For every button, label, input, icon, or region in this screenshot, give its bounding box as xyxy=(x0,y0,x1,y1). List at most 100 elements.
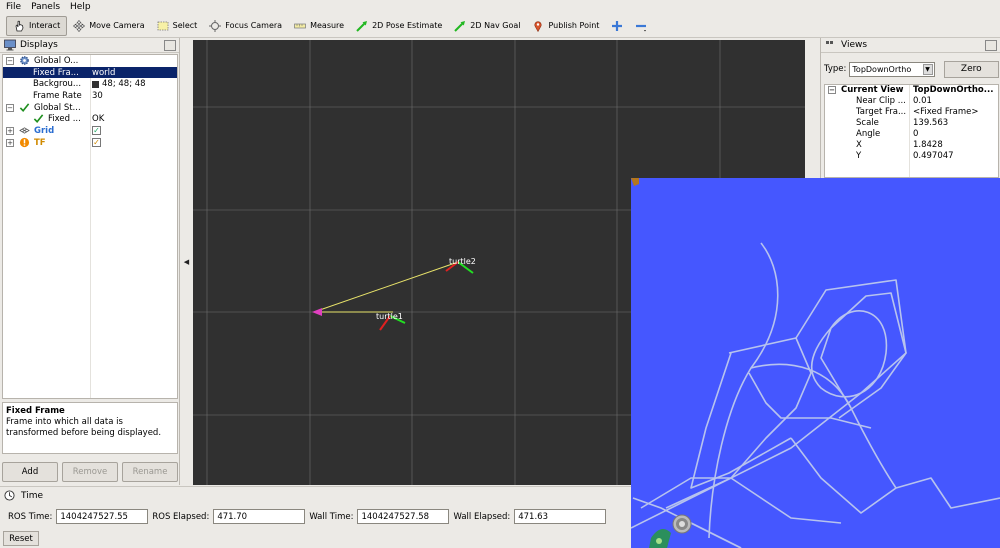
view-type-select[interactable]: TopDownOrtho ▼ xyxy=(849,61,935,77)
nav-goal-tool[interactable]: 2D Nav Goal xyxy=(448,16,526,36)
time-fields: ROS Time: 1404247527.55 ROS Elapsed: 471… xyxy=(8,509,610,524)
tree-row-fixed-frame-status[interactable]: Fixed ... OK xyxy=(3,113,177,125)
zero-button[interactable]: Zero xyxy=(943,60,999,78)
tree-row-background-color[interactable]: Backgrou... 48; 48; 48 xyxy=(3,78,177,90)
views-grip-icon xyxy=(825,39,837,51)
view-property-row[interactable]: X 1.8428 xyxy=(825,140,998,151)
measure-tool[interactable]: Measure xyxy=(288,16,350,36)
view-type-row: Type: TopDownOrtho ▼ Zero xyxy=(824,60,999,78)
tree-row-name: Global St... xyxy=(19,102,81,114)
tree-row-fixed-frame[interactable]: Fixed Fra... world xyxy=(3,66,177,79)
left-panel-collapse-handle[interactable]: ◀ xyxy=(180,38,193,485)
views-title: Views xyxy=(841,40,868,50)
move-camera-label: Move Camera xyxy=(89,21,145,30)
undock-button[interactable] xyxy=(164,40,176,51)
ros-elapsed-label: ROS Elapsed: xyxy=(152,511,210,522)
tree-row-name: Fixed ... xyxy=(33,113,81,125)
map-pin-icon xyxy=(532,20,544,32)
turtlesim-window[interactable] xyxy=(631,178,1000,548)
current-view-row[interactable]: − Current View TopDownOrtho... xyxy=(825,85,998,96)
tree-row-frame-rate[interactable]: Frame Rate 30 xyxy=(3,90,177,102)
grid-icon xyxy=(19,125,31,137)
selection-box-icon xyxy=(157,20,169,32)
tree-row-grid[interactable]: + Grid ✓ xyxy=(3,125,177,137)
tree-row-global-status[interactable]: − Global St... xyxy=(3,102,177,114)
displays-panel: Displays − Global O... Fixed Fra... worl… xyxy=(0,38,180,485)
plus-icon xyxy=(611,20,623,32)
publish-point-label: Publish Point xyxy=(548,21,600,30)
remove-tool-button[interactable] xyxy=(629,16,653,36)
undock-button[interactable] xyxy=(985,40,997,51)
tf-link-turtle2 xyxy=(313,261,459,313)
ros-time-field[interactable]: 1404247527.55 xyxy=(56,509,149,524)
clock-icon xyxy=(4,490,16,502)
expand-toggle[interactable]: + xyxy=(6,126,14,135)
menu-panels[interactable]: Panels xyxy=(31,2,60,12)
minus-icon xyxy=(635,20,647,32)
warning-icon xyxy=(19,137,31,149)
wall-time-field[interactable]: 1404247527.58 xyxy=(357,509,450,524)
nav-goal-label: 2D Nav Goal xyxy=(470,21,521,30)
frame-rate-value[interactable]: 30 xyxy=(92,91,103,101)
fixed-frame-value[interactable]: world xyxy=(92,68,115,78)
interact-tool[interactable]: Interact xyxy=(6,15,68,36)
property-description: Fixed Frame Frame into which all data is… xyxy=(2,402,178,454)
view-property-row[interactable]: Scale 139.563 xyxy=(825,118,998,129)
remove-display-button[interactable]: Remove xyxy=(62,462,118,482)
views-tree[interactable]: − Current View TopDownOrtho... Near Clip… xyxy=(824,84,999,178)
select-label: Select xyxy=(172,21,198,30)
tf-enabled-checkbox[interactable]: ✓ xyxy=(92,138,101,148)
menu-bar: File Panels Help xyxy=(0,0,1000,14)
view-property-row[interactable]: Y 0.497047 xyxy=(825,151,998,162)
focus-camera-tool[interactable]: Focus Camera xyxy=(203,16,288,36)
check-icon: ✓ xyxy=(92,126,101,136)
measure-label: Measure xyxy=(310,21,345,30)
hand-pointer-icon xyxy=(13,20,25,32)
turtle2-frame-label: turtle2 xyxy=(449,257,476,266)
menu-help[interactable]: Help xyxy=(70,2,91,12)
turtle1-frame-label: turtle1 xyxy=(376,312,403,321)
wall-elapsed-field[interactable]: 471.63 xyxy=(514,509,607,524)
dropdown-arrow-icon: ▼ xyxy=(922,63,933,75)
interact-label: Interact xyxy=(29,21,61,30)
world-frame-marker xyxy=(312,308,322,316)
time-panel-title: Time xyxy=(4,490,43,502)
ros-elapsed-field[interactable]: 471.70 xyxy=(213,509,306,524)
reset-button[interactable]: Reset xyxy=(3,531,39,546)
triangle-left-icon: ◀ xyxy=(183,257,190,266)
collapse-toggle[interactable]: − xyxy=(6,103,14,112)
add-display-button[interactable]: Add xyxy=(2,462,58,482)
tree-row-name: TF xyxy=(19,137,46,149)
color-swatch xyxy=(92,80,99,88)
add-tool-button[interactable] xyxy=(605,16,629,36)
view-property-row[interactable]: Near Clip ... 0.01 xyxy=(825,96,998,107)
pose-estimate-tool[interactable]: 2D Pose Estimate xyxy=(350,16,448,36)
ros-time-label: ROS Time: xyxy=(8,511,53,522)
tree-row-tf[interactable]: + TF ✓ xyxy=(3,137,177,149)
views-panel-title: Views xyxy=(821,38,1000,53)
view-property-row[interactable]: Target Fra... <Fixed Frame> xyxy=(825,107,998,118)
crosshair-icon xyxy=(209,19,222,32)
time-title: Time xyxy=(21,491,44,501)
view-type-label: Type: xyxy=(824,64,847,74)
tree-row-global-options[interactable]: − Global O... xyxy=(3,55,177,67)
view-property-row[interactable]: Angle 0 xyxy=(825,129,998,140)
select-tool[interactable]: Select xyxy=(151,16,204,36)
collapse-toggle[interactable]: − xyxy=(6,56,14,65)
displays-button-row: Add Remove Rename xyxy=(2,462,178,482)
background-color-value[interactable]: 48; 48; 48 xyxy=(92,79,146,89)
tree-row-name: Global O... xyxy=(19,55,78,67)
displays-tree[interactable]: − Global O... Fixed Fra... world Backgro… xyxy=(2,54,178,399)
turtle-trail-canvas xyxy=(631,178,1000,548)
grid-enabled-checkbox[interactable]: ✓ xyxy=(92,126,101,136)
expand-toggle[interactable]: + xyxy=(6,138,14,147)
menu-file[interactable]: File xyxy=(6,2,21,12)
turtle-trails xyxy=(631,242,1000,548)
publish-point-tool[interactable]: Publish Point xyxy=(526,16,605,36)
pose-estimate-label: 2D Pose Estimate xyxy=(372,21,443,30)
rename-display-button[interactable]: Rename xyxy=(122,462,178,482)
collapse-toggle[interactable]: − xyxy=(828,86,836,94)
check-icon: ✓ xyxy=(92,138,101,148)
description-text: Frame into which all data is transformed… xyxy=(6,417,162,438)
move-camera-tool[interactable]: Move Camera xyxy=(67,16,150,36)
